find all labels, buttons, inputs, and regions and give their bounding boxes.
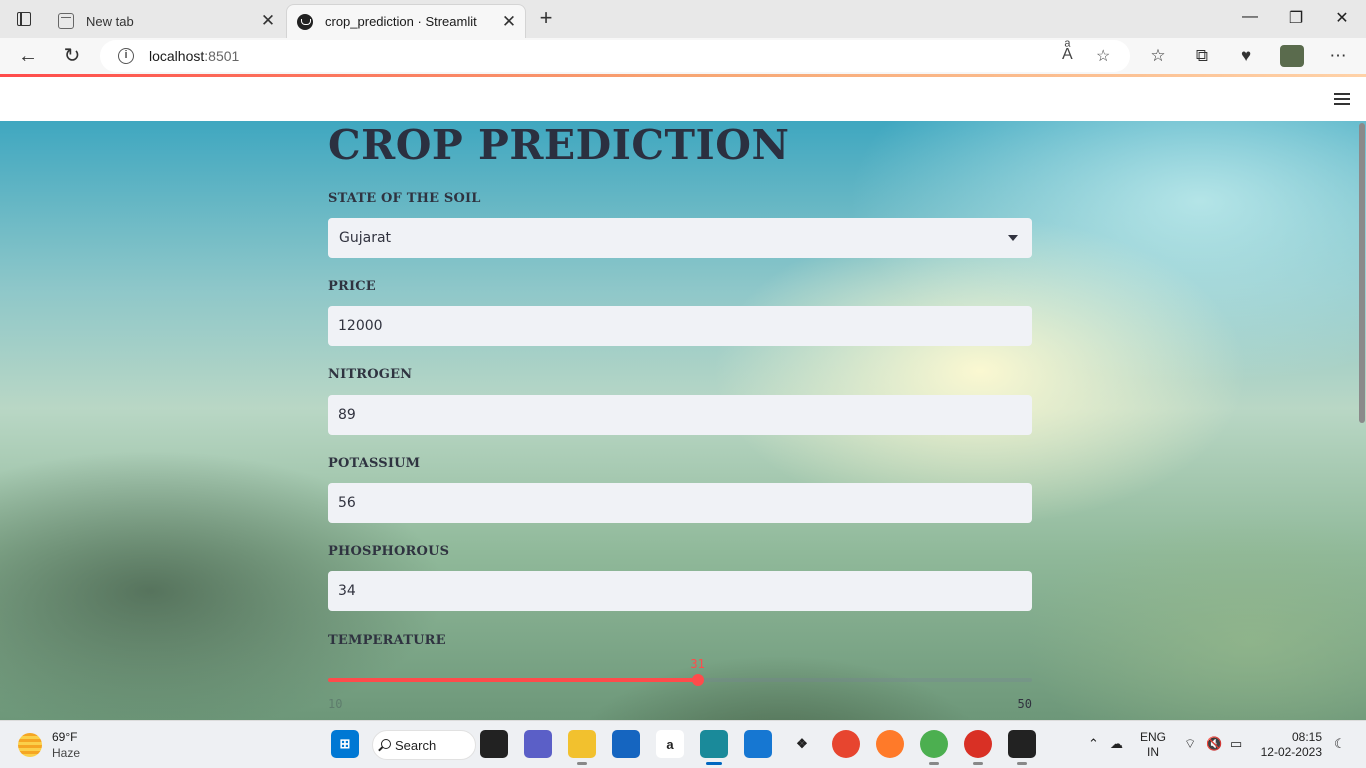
language-indicator[interactable]: ENG IN bbox=[1140, 730, 1166, 760]
potassium-label: POTASSIUM bbox=[328, 456, 421, 471]
temperature-slider-thumb[interactable] bbox=[691, 674, 704, 686]
vscode-icon[interactable] bbox=[744, 730, 772, 758]
page-title: CROP PREDICTION bbox=[328, 121, 790, 169]
terminal-icon[interactable] bbox=[1008, 730, 1036, 765]
temperature-slider-min: 10 bbox=[328, 697, 343, 711]
price-label: PRICE bbox=[328, 279, 376, 294]
state-select[interactable]: Gujarat bbox=[328, 218, 1032, 258]
weather-widget[interactable]: 69°F Haze bbox=[18, 730, 80, 760]
nitrogen-input[interactable]: 89 bbox=[328, 395, 1032, 435]
address-bar[interactable]: i localhost:8501 Aͣ ☆ bbox=[100, 40, 1130, 72]
site-info-icon[interactable]: i bbox=[118, 48, 134, 64]
tab-title: New tab bbox=[86, 13, 134, 29]
close-window-button[interactable]: ✕ bbox=[1322, 8, 1362, 28]
onedrive-icon[interactable]: ☁ bbox=[1110, 736, 1123, 752]
tab-title: crop_prediction · Streamlit bbox=[325, 14, 477, 29]
temperature-label: TEMPERATURE bbox=[328, 633, 446, 648]
browser-essentials-icon[interactable]: ♥ bbox=[1234, 45, 1258, 67]
url-text[interactable]: localhost:8501 bbox=[149, 48, 239, 64]
windows-start-icon[interactable]: ⊞ bbox=[331, 730, 359, 758]
phosphorous-label: PHOSPHOROUS bbox=[328, 544, 450, 559]
teams-chat-icon[interactable] bbox=[524, 730, 552, 758]
taskbar-search[interactable]: Search bbox=[372, 730, 476, 760]
temperature-slider-fill bbox=[328, 678, 698, 682]
search-icon bbox=[381, 739, 391, 749]
potassium-input[interactable]: 56 bbox=[328, 483, 1032, 523]
back-arrow-icon[interactable]: ← bbox=[15, 44, 41, 68]
weather-condition: Haze bbox=[52, 746, 81, 760]
amazon-icon[interactable]: a bbox=[656, 730, 684, 758]
price-input[interactable]: 12000 bbox=[328, 306, 1032, 346]
chevron-up-icon[interactable]: ⌃ bbox=[1088, 736, 1099, 752]
new-tab-button[interactable]: + bbox=[534, 7, 558, 31]
refresh-icon[interactable]: ↻ bbox=[59, 44, 85, 68]
app-header bbox=[0, 77, 1366, 121]
minimize-button[interactable]: — bbox=[1230, 8, 1270, 26]
collections-icon[interactable]: ⧉ bbox=[1190, 45, 1214, 67]
system-clock[interactable]: 08:15 12-02-2023 bbox=[1258, 730, 1322, 760]
new-tab-icon bbox=[58, 13, 74, 29]
windows-taskbar: 69°F Haze ⊞ Search a ❖ ⌃ ☁ ENG IN ⌔ 🔇 ▭ … bbox=[0, 720, 1366, 768]
wifi-icon[interactable]: ⌔ bbox=[1184, 736, 1196, 752]
battery-icon[interactable]: ▭ bbox=[1230, 736, 1242, 752]
taskbar-search-label: Search bbox=[395, 737, 437, 753]
tab-crop-prediction[interactable]: crop_prediction · Streamlit ✕ bbox=[286, 4, 526, 38]
state-select-value: Gujarat bbox=[339, 230, 392, 246]
task-view-icon[interactable] bbox=[480, 730, 508, 758]
spinner-app-icon[interactable] bbox=[920, 730, 948, 765]
edge-browser-icon[interactable] bbox=[700, 730, 728, 765]
read-aloud-icon[interactable]: Aͣ bbox=[1062, 46, 1073, 64]
tab-close-icon[interactable]: ✕ bbox=[258, 11, 278, 31]
tab-actions-icon[interactable] bbox=[10, 8, 38, 30]
notification-moon-icon[interactable]: ☾ bbox=[1334, 736, 1346, 752]
weather-temperature: 69°F bbox=[52, 730, 78, 744]
temperature-slider-track[interactable] bbox=[328, 674, 1032, 686]
hamburger-menu-icon[interactable] bbox=[1334, 93, 1350, 105]
phosphorous-input[interactable]: 34 bbox=[328, 571, 1032, 611]
haze-weather-icon bbox=[18, 733, 42, 757]
streamlit-icon bbox=[297, 13, 313, 30]
nitrogen-label: NITROGEN bbox=[328, 367, 413, 382]
tab-new-tab[interactable]: New tab ✕ bbox=[48, 4, 284, 38]
more-menu-icon[interactable]: ⋯ bbox=[1326, 45, 1350, 67]
app-background: CROP PREDICTION STATE OF THE SOIL Gujara… bbox=[0, 121, 1366, 720]
chrome-profile-icon[interactable] bbox=[964, 730, 992, 765]
temperature-slider-max: 50 bbox=[1017, 697, 1032, 711]
maximize-button[interactable]: ❐ bbox=[1276, 8, 1316, 28]
volume-muted-icon[interactable]: 🔇 bbox=[1206, 736, 1222, 752]
browser-tab-strip: New tab ✕ crop_prediction · Streamlit ✕ … bbox=[0, 0, 1366, 38]
dropbox-icon[interactable]: ❖ bbox=[788, 730, 816, 758]
page-scrollbar[interactable] bbox=[1358, 121, 1366, 720]
chevron-down-icon bbox=[1008, 235, 1018, 241]
file-explorer-icon[interactable] bbox=[568, 730, 596, 765]
tab-close-icon[interactable]: ✕ bbox=[499, 12, 519, 32]
add-favorite-icon[interactable]: ☆ bbox=[1096, 46, 1110, 66]
firefox-icon[interactable] bbox=[876, 730, 904, 758]
state-label: STATE OF THE SOIL bbox=[328, 191, 481, 206]
profile-avatar[interactable] bbox=[1280, 45, 1304, 67]
chrome-icon[interactable] bbox=[832, 730, 860, 758]
temperature-slider-value: 31 bbox=[690, 657, 705, 671]
favorites-icon[interactable]: ☆ bbox=[1146, 45, 1170, 67]
microsoft-store-icon[interactable] bbox=[612, 730, 640, 758]
